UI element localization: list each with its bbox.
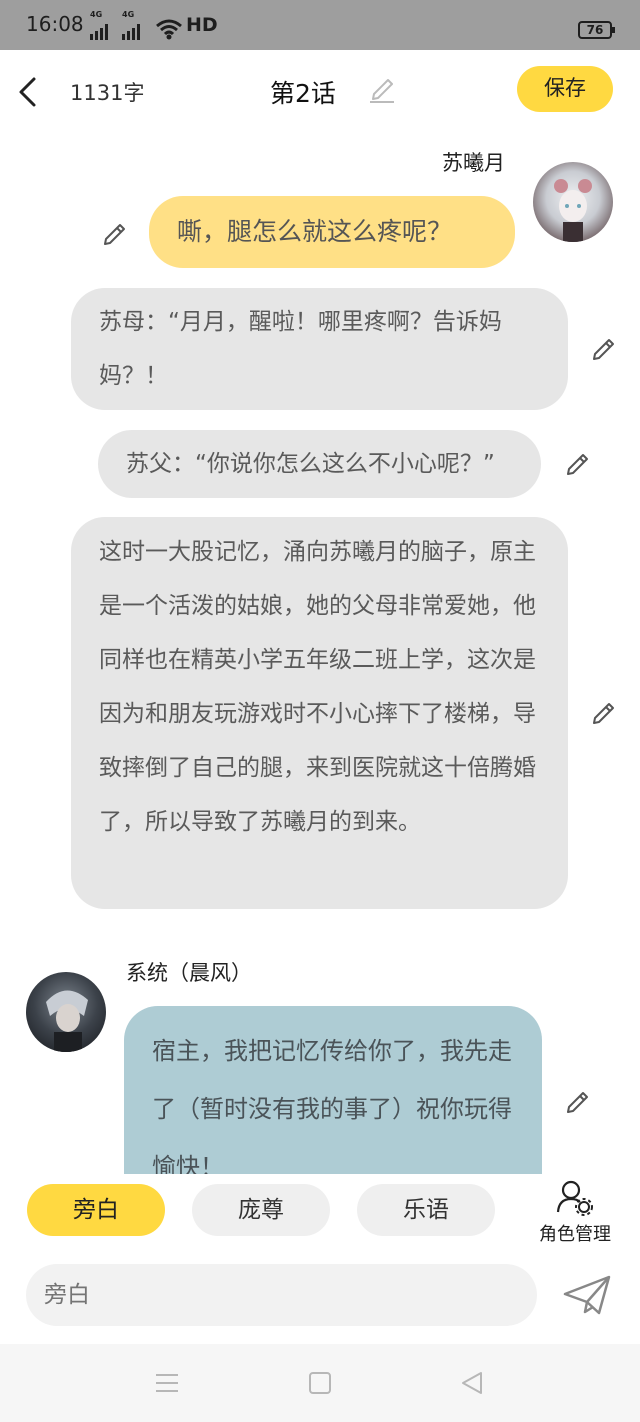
edit-icon[interactable] bbox=[102, 221, 128, 247]
message-bubble[interactable]: 苏母：“月月，醒啦！哪里疼啊？告诉妈妈？！ bbox=[71, 288, 568, 410]
status-time: 16:08 bbox=[26, 12, 84, 36]
wifi-icon bbox=[156, 19, 182, 40]
editor-header: 1131字 第2话 保存 bbox=[0, 50, 640, 132]
message-text: 宿主，我把记忆传给你了，我先走了（暂时没有我的事了）祝你玩得愉快！ bbox=[152, 1037, 512, 1174]
word-count: 1131字 bbox=[70, 81, 145, 105]
message-bubble[interactable]: 苏父：“你说你怎么这么不小心呢？” bbox=[98, 430, 541, 498]
signal-icon: 4G bbox=[90, 10, 108, 40]
role-chip-narration[interactable]: 旁白 bbox=[27, 1184, 165, 1236]
episode-title[interactable]: 第2话 bbox=[270, 74, 336, 110]
character-avatar-image bbox=[554, 179, 592, 242]
avatar[interactable] bbox=[533, 162, 613, 242]
save-button[interactable]: 保存 bbox=[517, 66, 613, 112]
message-bubble[interactable]: 这时一大股记忆，涌向苏曦月的脑子，原主是一个活泼的姑娘，她的父母非常爱她，他同样… bbox=[71, 517, 568, 909]
role-chip[interactable]: 乐语 bbox=[357, 1184, 495, 1236]
edit-icon[interactable] bbox=[591, 336, 617, 362]
speaker-name: 苏曦月 bbox=[442, 151, 505, 175]
message-text: 这时一大股记忆，涌向苏曦月的脑子，原主是一个活泼的姑娘，她的父母非常爱她，他同样… bbox=[99, 539, 536, 835]
back-arrow-icon[interactable] bbox=[16, 76, 38, 108]
home-icon[interactable] bbox=[309, 1372, 331, 1394]
message-text: 苏母：“月月，醒啦！哪里疼啊？告诉妈妈？！ bbox=[99, 309, 502, 389]
speaker-name: 系统（晨风） bbox=[126, 961, 252, 985]
role-manager-button[interactable]: 角色管理 bbox=[535, 1178, 615, 1245]
edit-icon[interactable] bbox=[591, 700, 617, 726]
composer-panel: 旁白 庞尊 乐语 角色管理 bbox=[0, 1174, 640, 1344]
user-settings-icon bbox=[556, 1180, 593, 1216]
message-text: 嘶，腿怎么就这么疼呢？ bbox=[177, 217, 453, 246]
edit-icon[interactable] bbox=[565, 451, 591, 477]
message-bubble[interactable]: 宿主，我把记忆传给你了，我先走了（暂时没有我的事了）祝你玩得愉快！ bbox=[124, 1006, 542, 1174]
system-nav-bar bbox=[0, 1344, 640, 1422]
character-avatar-image bbox=[46, 990, 88, 1052]
role-manager-label: 角色管理 bbox=[539, 1224, 611, 1245]
signal-icon: 4G bbox=[122, 10, 140, 40]
message-text: 苏父：“你说你怎么这么不小心呢？” bbox=[126, 451, 495, 477]
hd-indicator: HD bbox=[186, 14, 218, 36]
message-bubble[interactable]: 嘶，腿怎么就这么疼呢？ bbox=[149, 196, 515, 268]
send-icon[interactable] bbox=[563, 1274, 611, 1316]
battery-icon: 76 bbox=[578, 21, 615, 39]
avatar[interactable] bbox=[26, 972, 106, 1052]
nav-back-icon[interactable] bbox=[460, 1371, 484, 1395]
menu-icon[interactable] bbox=[155, 1372, 179, 1394]
role-chip[interactable]: 庞尊 bbox=[192, 1184, 330, 1236]
status-bar: 16:08 4G 4G HD 76 bbox=[0, 0, 640, 50]
edit-icon[interactable] bbox=[565, 1089, 591, 1115]
message-input[interactable] bbox=[26, 1264, 537, 1326]
pencil-icon[interactable] bbox=[368, 74, 396, 104]
